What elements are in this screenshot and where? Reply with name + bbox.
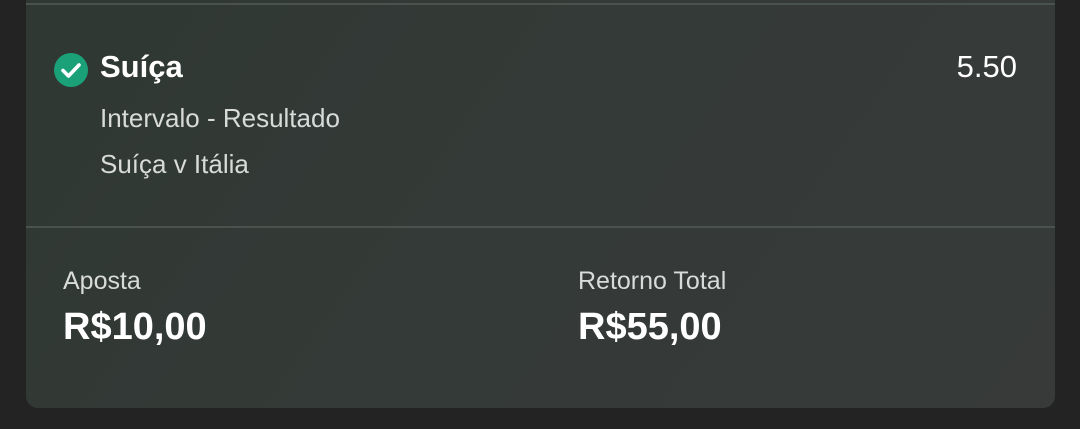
selection-name: Suíça: [100, 49, 183, 84]
selection-odds: 5.50: [956, 49, 1017, 84]
selection-event: Suíça v Itália: [100, 149, 249, 179]
return-value: R$55,00: [578, 306, 722, 348]
return-block: Retorno Total R$55,00: [578, 264, 726, 350]
stake-label: Aposta: [63, 267, 141, 295]
check-circle-icon: [54, 53, 88, 87]
bet-card: Suíça 5.50 Intervalo - Resultado Suíça v…: [26, 0, 1055, 408]
selection-market: Intervalo - Resultado: [100, 103, 340, 133]
bet-summary: Aposta R$10,00 Retorno Total R$55,00: [26, 228, 1055, 408]
stake-value: R$10,00: [63, 306, 207, 348]
bet-selection: Suíça 5.50 Intervalo - Resultado Suíça v…: [26, 5, 1055, 227]
stake-block: Aposta R$10,00: [63, 264, 207, 350]
return-label: Retorno Total: [578, 267, 727, 295]
